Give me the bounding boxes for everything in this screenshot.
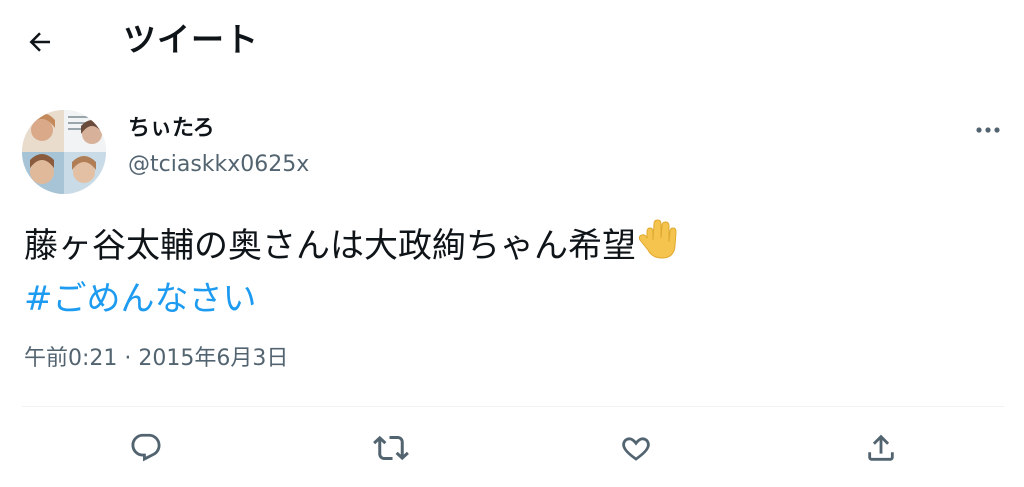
author-display-name[interactable]: ちぃたろ	[128, 114, 215, 144]
heart-icon	[622, 437, 650, 461]
reply-icon	[131, 433, 161, 462]
arrow-left-icon	[29, 32, 50, 52]
reply-button[interactable]	[126, 428, 166, 468]
avatar[interactable]	[22, 110, 106, 194]
like-button[interactable]	[616, 428, 656, 468]
divider	[22, 406, 1004, 407]
tweet-timestamp[interactable]: 午前0:21 · 2015年6月3日	[24, 344, 288, 374]
back-button[interactable]	[22, 24, 58, 60]
page-title: ツイート	[123, 20, 259, 59]
raised-hand-emoji-icon	[638, 218, 678, 274]
more-options-button[interactable]	[966, 116, 1010, 144]
share-icon	[868, 434, 894, 461]
retweet-button[interactable]	[371, 428, 411, 468]
share-button[interactable]	[861, 428, 901, 468]
tweet-body: 藤ヶ谷太輔の奥さんは大政絢ちゃん希望	[24, 226, 636, 266]
more-horizontal-icon	[976, 127, 1000, 133]
author-handle[interactable]: @tciaskkx0625x	[128, 150, 309, 180]
top-bar: ツイート	[0, 0, 1024, 84]
hashtag-link[interactable]: #ごめんなさい	[24, 274, 257, 324]
avatar-photo	[22, 110, 106, 194]
retweet-icon	[373, 435, 409, 461]
tweet-text: 藤ヶ谷太輔の奥さんは大政絢ちゃん希望 #ごめんなさい	[24, 218, 984, 324]
tweet-actions	[0, 422, 1024, 474]
